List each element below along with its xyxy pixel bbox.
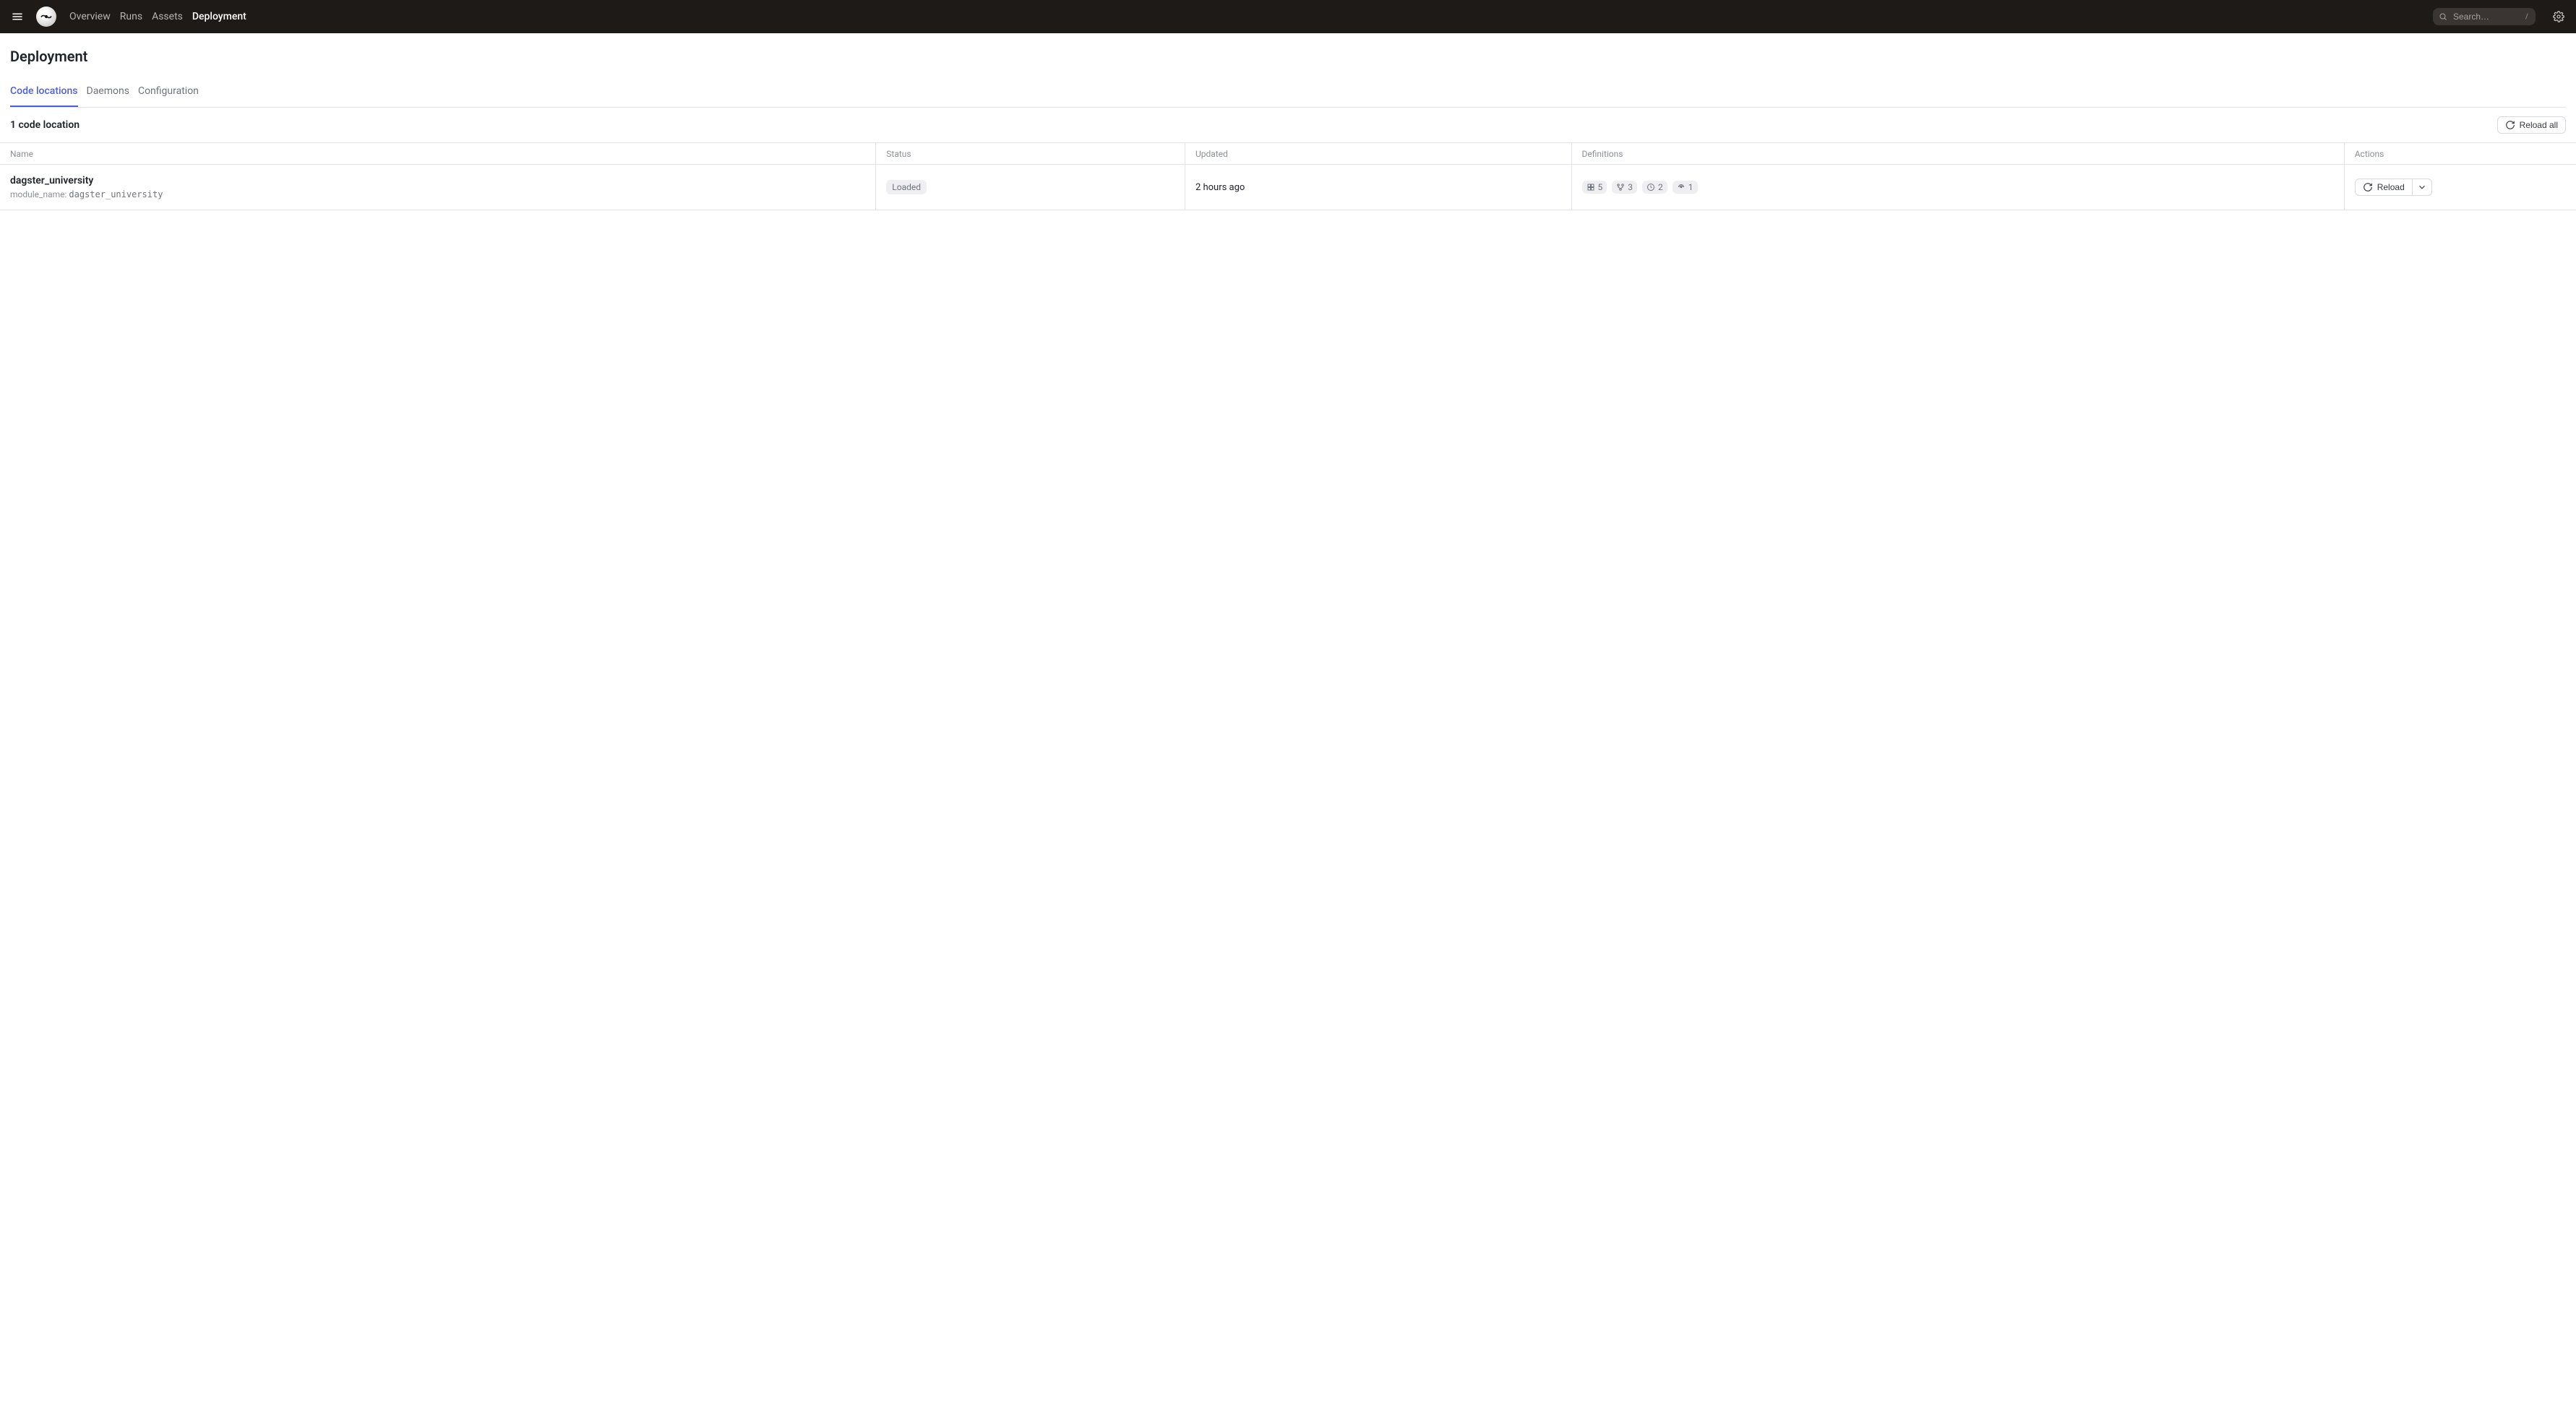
jobs-icon xyxy=(1616,183,1625,192)
nav-overview[interactable]: Overview xyxy=(69,11,111,22)
settings-button[interactable] xyxy=(2549,7,2569,27)
table-row: dagster_university module_name: dagster_… xyxy=(0,165,2576,210)
clock-icon xyxy=(1647,183,1655,192)
assets-pill[interactable]: 5 xyxy=(1582,181,1607,194)
status-badge: Loaded xyxy=(886,180,927,194)
search-box[interactable]: / xyxy=(2433,8,2536,25)
nav-menu-button[interactable] xyxy=(7,7,27,27)
column-updated: Updated xyxy=(1185,143,1571,165)
deployment-tabs: Code locations Daemons Configuration xyxy=(10,78,2566,108)
column-name: Name xyxy=(0,143,876,165)
code-locations-toolbar: 1 code location Reload all xyxy=(0,108,2576,142)
chevron-down-icon xyxy=(2417,182,2427,192)
top-nav: Overview Runs Assets Deployment xyxy=(69,11,246,22)
reload-button[interactable]: Reload xyxy=(2355,179,2413,196)
assets-count: 5 xyxy=(1598,182,1603,192)
updated-time: 2 hours ago xyxy=(1195,182,1245,193)
sensors-pill[interactable]: 1 xyxy=(1673,181,1698,194)
sensors-count: 1 xyxy=(1688,182,1693,192)
sensor-icon xyxy=(1677,183,1686,192)
jobs-count: 3 xyxy=(1628,182,1633,192)
nav-assets[interactable]: Assets xyxy=(152,11,183,22)
search-icon xyxy=(2439,12,2447,21)
definition-pills: 5 3 2 1 xyxy=(1582,181,2334,194)
column-actions: Actions xyxy=(2344,143,2576,165)
search-shortcut-hint: / xyxy=(2524,13,2530,21)
page-title: Deployment xyxy=(10,48,2566,65)
jobs-pill[interactable]: 3 xyxy=(1612,181,1637,194)
code-location-count: 1 code location xyxy=(10,119,2497,131)
row-actions-dropdown[interactable] xyxy=(2413,179,2432,196)
tab-daemons[interactable]: Daemons xyxy=(87,78,129,107)
tab-configuration[interactable]: Configuration xyxy=(138,78,199,107)
column-definitions: Definitions xyxy=(1571,143,2344,165)
reload-icon xyxy=(2363,182,2373,192)
code-location-name[interactable]: dagster_university xyxy=(10,175,865,186)
reload-label: Reload xyxy=(2377,182,2405,192)
nav-runs[interactable]: Runs xyxy=(120,11,142,22)
column-status: Status xyxy=(876,143,1185,165)
dagster-logo[interactable] xyxy=(36,7,56,27)
module-label: module_name: xyxy=(10,189,66,199)
module-value: dagster_university xyxy=(69,189,163,199)
reload-icon xyxy=(2505,120,2515,130)
tab-code-locations[interactable]: Code locations xyxy=(10,78,78,107)
topbar: Overview Runs Assets Deployment / xyxy=(0,0,2576,33)
row-actions: Reload xyxy=(2355,179,2566,196)
schedules-pill[interactable]: 2 xyxy=(1642,181,1667,194)
reload-all-button[interactable]: Reload all xyxy=(2497,116,2566,134)
nav-deployment[interactable]: Deployment xyxy=(192,11,246,22)
code-locations-table: Name Status Updated Definitions Actions … xyxy=(0,142,2576,210)
search-input[interactable] xyxy=(2452,11,2520,22)
schedules-count: 2 xyxy=(1658,182,1663,192)
code-location-module: module_name: dagster_university xyxy=(10,189,865,199)
reload-all-label: Reload all xyxy=(2520,120,2558,130)
assets-icon xyxy=(1587,183,1595,192)
